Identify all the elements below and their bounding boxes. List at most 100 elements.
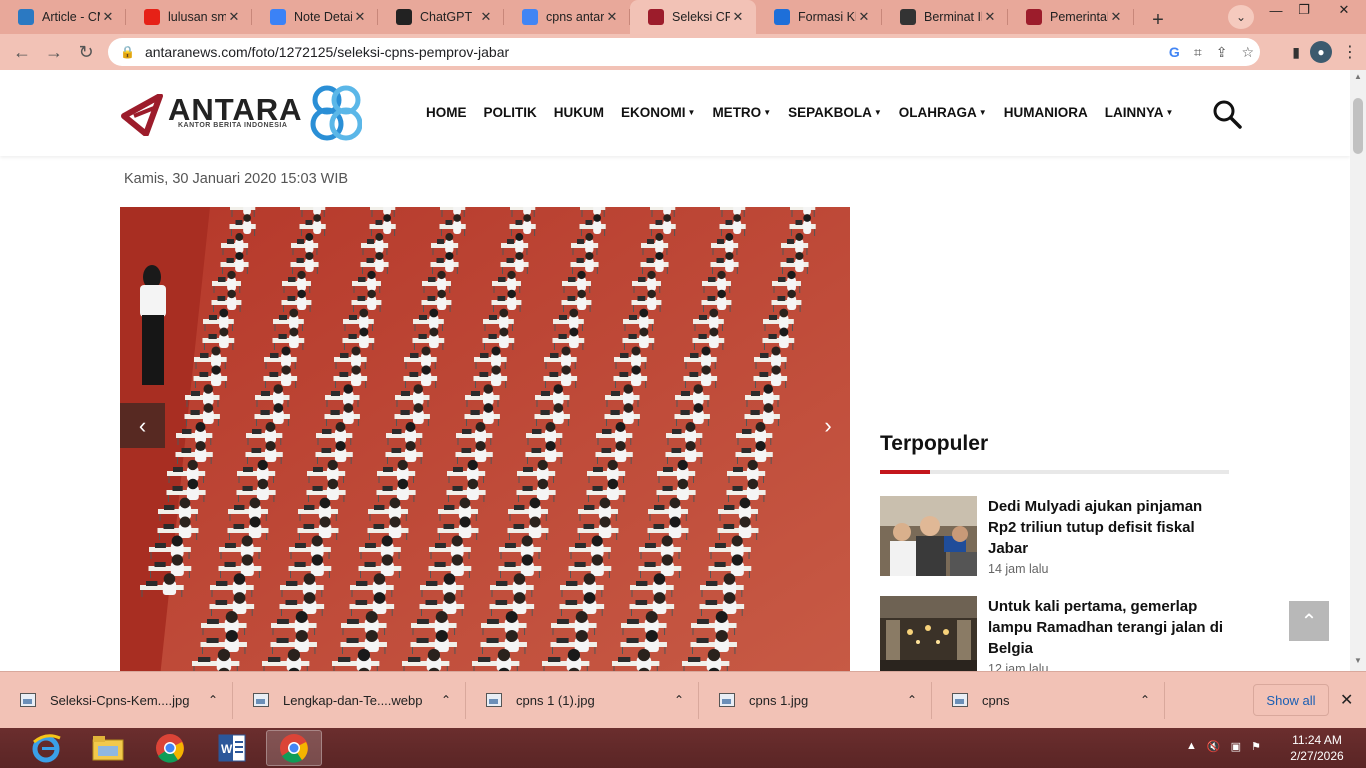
carousel-next-icon[interactable]: › bbox=[812, 403, 844, 448]
tray-expand-icon[interactable]: ▲ bbox=[1186, 740, 1197, 753]
tab-title: cpns antara bbox=[546, 10, 604, 24]
download-options-icon[interactable]: ⌃ bbox=[1125, 693, 1165, 707]
nav-item[interactable]: LAINNYA ▼ bbox=[1105, 105, 1174, 120]
folder-file-icon bbox=[952, 693, 968, 707]
download-item[interactable]: cpns 1.jpg ⌃ bbox=[699, 672, 932, 729]
nav-item[interactable]: POLITIK bbox=[484, 105, 537, 120]
download-filename: Lengkap-dan-Te....webp bbox=[283, 692, 423, 708]
scrollbar-thumb[interactable] bbox=[1353, 98, 1363, 154]
close-tab-icon[interactable]: ✕ bbox=[730, 9, 746, 25]
nav-item-label: POLITIK bbox=[483, 105, 537, 120]
scroll-up-icon[interactable]: ▲ bbox=[1350, 72, 1366, 86]
nav-item-label: HUMANIORA bbox=[1003, 105, 1088, 120]
back-to-top-icon[interactable]: ⌃ bbox=[1289, 601, 1329, 641]
file-explorer-icon[interactable] bbox=[80, 730, 136, 766]
tab-title: Note Detail bbox=[294, 10, 352, 24]
article-photo[interactable] bbox=[120, 207, 850, 671]
close-tab-icon[interactable]: ✕ bbox=[856, 9, 872, 25]
browser-tab[interactable]: cpns antara✕ bbox=[504, 0, 630, 34]
jp-icon bbox=[774, 9, 790, 25]
chrome-icon[interactable] bbox=[142, 730, 198, 766]
nav-item-label: OLAHRAGA bbox=[898, 105, 977, 120]
scroll-down-icon[interactable]: ▼ bbox=[1350, 656, 1366, 670]
action-center-icon[interactable]: ⚑ bbox=[1251, 740, 1261, 753]
menu-kebab-icon[interactable]: ⋮ bbox=[1342, 42, 1358, 62]
download-options-icon[interactable]: ⌃ bbox=[426, 693, 466, 707]
antara-icon bbox=[1026, 9, 1042, 25]
antara-logo[interactable]: ANTARA KANTOR BERITA INDONESIA bbox=[120, 90, 302, 140]
word-icon[interactable]: W bbox=[204, 730, 260, 766]
windows-taskbar: W ▲ 🔇 ▣ ⚑ 11:24 AM 2/27/2026 bbox=[0, 728, 1366, 768]
side-panel-icon[interactable]: ▮ bbox=[1292, 44, 1300, 61]
download-item[interactable]: cpns ⌃ bbox=[932, 672, 1165, 729]
tab-title: lulusan smk bbox=[168, 10, 226, 24]
download-filename: cpns bbox=[982, 692, 1010, 708]
close-tab-icon[interactable]: ✕ bbox=[604, 9, 620, 25]
nav-item[interactable]: HUMANIORA bbox=[1004, 105, 1088, 120]
show-all-downloads-button[interactable]: Show all bbox=[1253, 684, 1329, 716]
nav-item-label: HOME bbox=[426, 105, 467, 120]
bookmark-star-icon[interactable]: ☆ bbox=[1241, 44, 1254, 61]
new-tab-button[interactable]: + bbox=[1144, 6, 1172, 34]
restore-icon[interactable]: ❐ bbox=[1286, 0, 1322, 20]
google-lens-icon[interactable]: G bbox=[1169, 44, 1180, 60]
close-tab-icon[interactable]: ✕ bbox=[1108, 9, 1124, 25]
forward-icon[interactable]: → bbox=[38, 38, 70, 66]
download-options-icon[interactable]: ⌃ bbox=[892, 693, 932, 707]
news-thumbnail[interactable] bbox=[880, 496, 977, 576]
chrome-active-icon[interactable] bbox=[266, 730, 322, 766]
internet-explorer-icon[interactable] bbox=[18, 730, 74, 766]
exam-hall-photo bbox=[120, 207, 850, 671]
browser-tab[interactable]: lulusan smk✕ bbox=[126, 0, 252, 34]
news-thumbnail[interactable] bbox=[880, 596, 977, 671]
news-headline[interactable]: Untuk kali pertama, gemerlap lampu Ramad… bbox=[988, 596, 1228, 659]
news-headline[interactable]: Dedi Mulyadi ajukan pinjaman Rp2 triliun… bbox=[988, 496, 1228, 559]
nav-item[interactable]: EKONOMI ▼ bbox=[621, 105, 695, 120]
close-downloads-icon[interactable]: ✕ bbox=[1340, 690, 1353, 710]
tab-title: Pemerintah bbox=[1050, 10, 1108, 24]
download-options-icon[interactable]: ⌃ bbox=[193, 693, 233, 707]
download-item[interactable]: Seleksi-Cpns-Kem....jpg ⌃ bbox=[0, 672, 233, 729]
nav-item[interactable]: SEPAKBOLA ▼ bbox=[788, 105, 882, 120]
popular-news-item[interactable]: Dedi Mulyadi ajukan pinjaman Rp2 triliun… bbox=[880, 496, 1229, 576]
download-item[interactable]: Lengkap-dan-Te....webp ⌃ bbox=[233, 672, 466, 729]
chatgpt-icon bbox=[396, 9, 412, 25]
nav-item[interactable]: HOME bbox=[426, 105, 467, 120]
close-tab-icon[interactable]: ✕ bbox=[982, 9, 998, 25]
volume-muted-icon[interactable]: 🔇 bbox=[1207, 740, 1221, 753]
browser-tab[interactable]: ChatGPT ✕ bbox=[378, 0, 504, 34]
address-bar[interactable]: 🔒 antaranews.com/foto/1272125/seleksi-cp… bbox=[108, 38, 1260, 66]
nav-item[interactable]: OLAHRAGA ▼ bbox=[899, 105, 987, 120]
browser-tab[interactable]: Note Detail ✕ bbox=[252, 0, 378, 34]
back-icon[interactable]: ← bbox=[6, 38, 38, 66]
browser-tab[interactable]: Formasi Khu✕ bbox=[756, 0, 882, 34]
reload-icon[interactable]: ↻ bbox=[70, 38, 102, 66]
close-window-icon[interactable]: ✕ bbox=[1326, 0, 1362, 20]
close-tab-icon[interactable]: ✕ bbox=[100, 9, 116, 25]
nav-item[interactable]: HUKUM bbox=[554, 105, 604, 120]
carousel-prev-icon[interactable]: ‹ bbox=[120, 403, 165, 448]
search-icon[interactable] bbox=[1212, 99, 1242, 129]
google-icon bbox=[522, 9, 538, 25]
share-icon[interactable]: ⇪ bbox=[1216, 44, 1228, 61]
profile-avatar-icon[interactable]: ● bbox=[1310, 41, 1332, 63]
nav-item[interactable]: METRO ▼ bbox=[712, 105, 771, 120]
download-item[interactable]: cpns 1 (1).jpg ⌃ bbox=[466, 672, 699, 729]
taskbar-clock[interactable]: 11:24 AM 2/27/2026 bbox=[1284, 732, 1350, 764]
network-icon[interactable]: ▣ bbox=[1231, 740, 1241, 753]
close-tab-icon[interactable]: ✕ bbox=[226, 9, 242, 25]
close-tab-icon[interactable]: ✕ bbox=[352, 9, 368, 25]
browser-tab[interactable]: Seleksi CPN✕ bbox=[630, 0, 756, 34]
note-icon bbox=[270, 9, 286, 25]
close-tab-icon[interactable]: ✕ bbox=[478, 9, 494, 25]
clock-time: 11:24 AM bbox=[1292, 733, 1342, 747]
browser-tab[interactable]: Berminat Ik ✕ bbox=[882, 0, 1008, 34]
popular-news-item[interactable]: Untuk kali pertama, gemerlap lampu Ramad… bbox=[880, 596, 1229, 671]
translate-icon[interactable]: ⌗ bbox=[1194, 44, 1202, 61]
page-scrollbar[interactable]: ▲ ▼ bbox=[1350, 70, 1366, 671]
browser-tab[interactable]: Pemerintah ✕ bbox=[1008, 0, 1134, 34]
download-options-icon[interactable]: ⌃ bbox=[659, 693, 699, 707]
browser-tab[interactable]: Article - CM✕ bbox=[0, 0, 126, 34]
tab-search-icon[interactable]: ⌄ bbox=[1228, 5, 1254, 29]
nav-item-label: METRO bbox=[712, 105, 762, 120]
